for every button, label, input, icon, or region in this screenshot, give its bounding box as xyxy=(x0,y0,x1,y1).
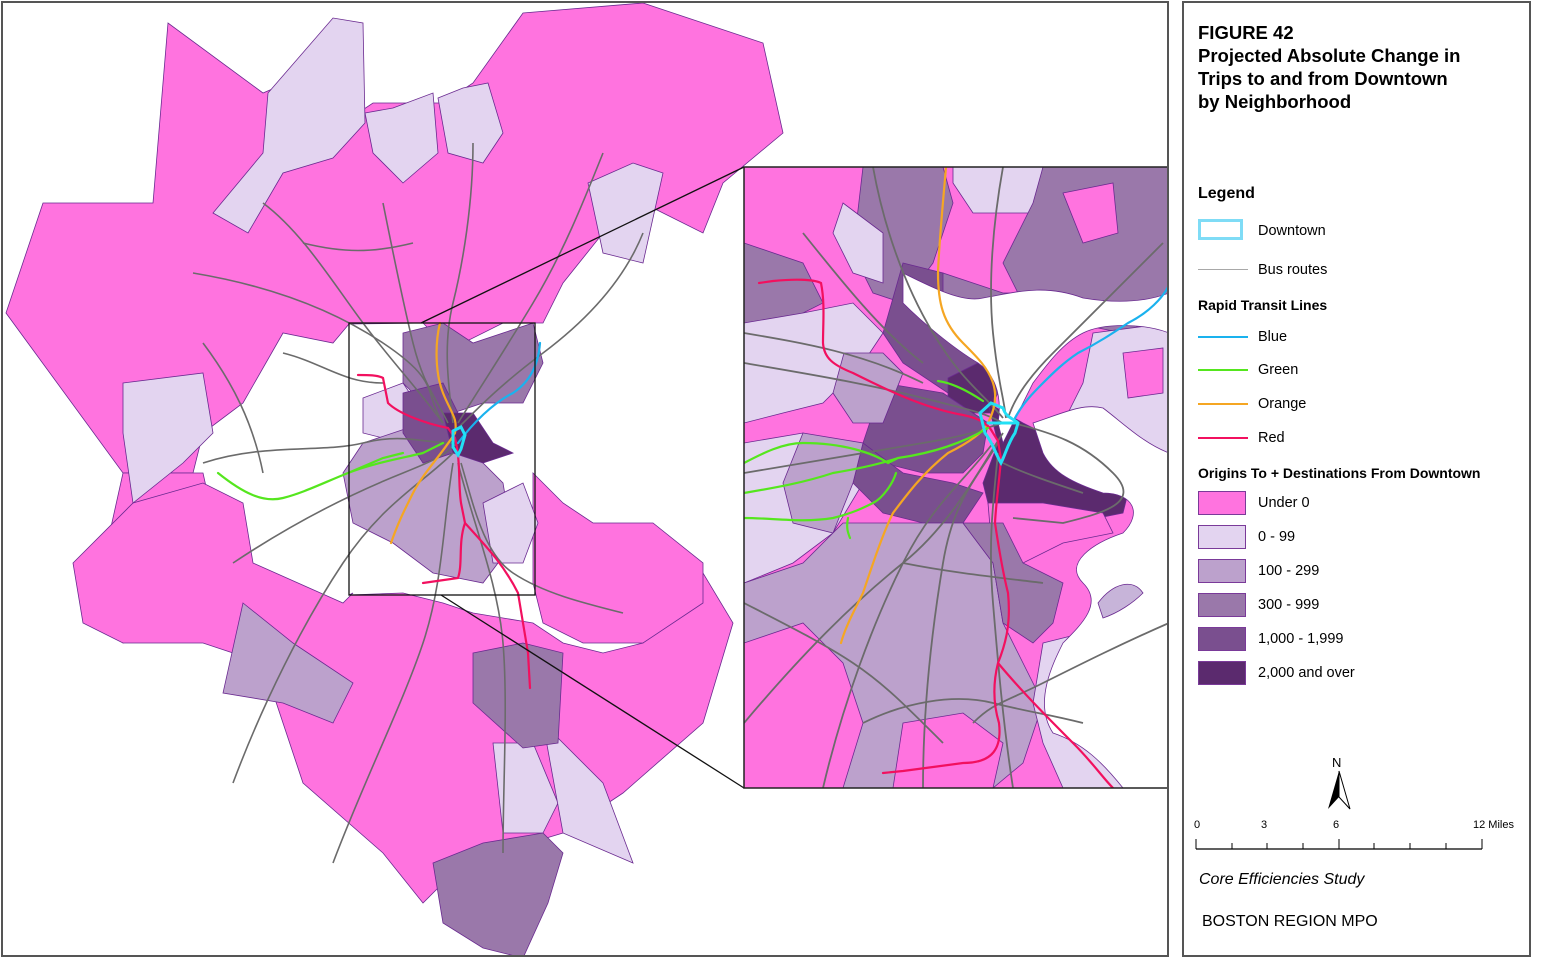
class-swatch xyxy=(1198,491,1246,515)
legend-label: Orange xyxy=(1258,396,1307,412)
map-canvas xyxy=(5,3,1167,955)
scale-label: 12 Miles xyxy=(1473,819,1514,831)
legend-item-green-line: Green xyxy=(1198,358,1298,382)
region-polygon xyxy=(532,472,704,644)
study-name: Core Efficiencies Study xyxy=(1199,871,1365,888)
legend-label: 100 - 299 xyxy=(1258,563,1320,579)
figure-title: FIGURE 42 Projected Absolute Change in T… xyxy=(1198,21,1460,113)
scale-label: 6 xyxy=(1333,819,1340,831)
north-label: N xyxy=(1332,755,1342,770)
class-swatch xyxy=(1198,661,1246,685)
figure-number: FIGURE 42 xyxy=(1198,22,1294,43)
rapid-transit-heading: Rapid Transit Lines xyxy=(1198,297,1328,313)
legend-label: 1,000 - 1,999 xyxy=(1258,631,1344,647)
class-swatch xyxy=(1198,627,1246,651)
red-line-symbol xyxy=(1198,437,1248,439)
classes-heading: Origins To + Destinations From Downtown xyxy=(1198,465,1481,481)
downtown-symbol xyxy=(1198,219,1243,240)
map-frame xyxy=(1,1,1169,957)
legend-item-red-line: Red xyxy=(1198,426,1285,450)
organization-name: BOSTON REGION MPO xyxy=(1202,913,1378,930)
figure-title-line: by Neighborhood xyxy=(1198,91,1352,112)
legend-item-bus-routes: Bus routes xyxy=(1198,258,1327,282)
legend-heading: Legend xyxy=(1198,185,1255,202)
bus-route xyxy=(282,352,384,384)
scale-bar-ruler xyxy=(1195,839,1483,850)
legend-item-blue-line: Blue xyxy=(1198,325,1287,349)
legend-label: 0 - 99 xyxy=(1258,529,1296,545)
legend-label: Red xyxy=(1258,430,1285,446)
legend-label: Bus routes xyxy=(1258,262,1328,278)
legend-label: 300 - 999 xyxy=(1258,597,1320,613)
legend-label: Blue xyxy=(1258,329,1288,345)
blue-line-symbol xyxy=(1198,336,1248,338)
legend-item-class: 1,000 - 1,999 xyxy=(1198,627,1343,651)
inset-map xyxy=(743,166,1167,789)
legend-label: Under 0 xyxy=(1258,495,1310,511)
scale-label: 3 xyxy=(1261,819,1268,831)
orange-line-symbol xyxy=(1198,403,1248,405)
legend-item-class: 100 - 299 xyxy=(1198,559,1319,583)
figure-title-line: Projected Absolute Change in xyxy=(1198,45,1461,66)
figure-title-line: Trips to and from Downtown xyxy=(1198,68,1448,89)
legend-item-class: Under 0 xyxy=(1198,491,1310,515)
legend-label: Downtown xyxy=(1258,223,1326,239)
class-swatch xyxy=(1198,593,1246,617)
legend-item-class: 2,000 and over xyxy=(1198,661,1355,685)
legend-item-orange-line: Orange xyxy=(1198,392,1306,416)
legend-item-class: 0 - 99 xyxy=(1198,525,1295,549)
legend-item-class: 300 - 999 xyxy=(1198,593,1319,617)
legend-item-downtown: Downtown xyxy=(1198,219,1326,243)
green-line-symbol xyxy=(1198,369,1248,371)
class-swatch xyxy=(1198,525,1246,549)
legend-label: Green xyxy=(1258,362,1299,378)
legend-panel: FIGURE 42 Projected Absolute Change in T… xyxy=(1182,1,1531,957)
region-polygon xyxy=(1122,347,1164,399)
region-polygon xyxy=(587,162,664,264)
class-swatch xyxy=(1198,559,1246,583)
bus-route-line-symbol xyxy=(1198,269,1248,270)
regional-map xyxy=(5,3,784,955)
legend-label: 2,000 and over xyxy=(1258,665,1355,681)
scale-label: 0 xyxy=(1194,819,1201,831)
